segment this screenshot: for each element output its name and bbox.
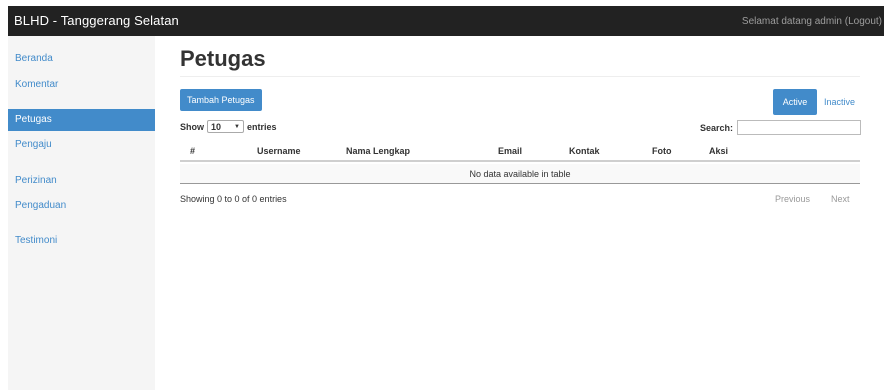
search-input[interactable]	[737, 120, 862, 135]
sidebar-item-komentar[interactable]: Komentar	[8, 74, 155, 96]
show-label: Show	[180, 121, 204, 132]
column-header-kontak[interactable]: Kontak	[569, 146, 600, 156]
sidebar-item-pengaduan[interactable]: Pengaduan	[8, 195, 155, 217]
column-header-email[interactable]: Email	[498, 146, 522, 156]
top-navbar: BLHD - Tanggerang Selatan Selamat datang…	[8, 6, 884, 36]
table-search: Search:	[700, 120, 862, 135]
sidebar-item-petugas[interactable]: Petugas	[8, 109, 155, 131]
table-header-row: # Username Nama Lengkap Email Kontak Fot…	[180, 142, 860, 162]
entries-select[interactable]: 10 ▼	[207, 120, 244, 133]
entries-length-control: Show 10 ▼ entries	[180, 120, 277, 133]
column-header-aksi[interactable]: Aksi	[709, 146, 728, 156]
add-petugas-button[interactable]: Tambah Petugas	[180, 89, 262, 111]
sidebar: Beranda Komentar Petugas Pengaju Perizin…	[8, 36, 155, 390]
pagination-previous[interactable]: Previous	[775, 194, 810, 204]
entries-select-value: 10	[211, 121, 222, 132]
page-title: Petugas	[180, 46, 266, 71]
active-filter-button[interactable]: Active	[773, 89, 817, 115]
title-divider	[180, 76, 860, 77]
chevron-down-icon: ▼	[234, 123, 240, 130]
column-header-nama-lengkap[interactable]: Nama Lengkap	[346, 146, 410, 156]
brand-title[interactable]: BLHD - Tanggerang Selatan	[14, 13, 179, 28]
table-info: Showing 0 to 0 of 0 entries	[180, 194, 287, 204]
welcome-logout-link[interactable]: Selamat datang admin (Logout)	[742, 16, 882, 27]
inactive-filter-link[interactable]: Inactive	[824, 89, 855, 115]
sidebar-item-testimoni[interactable]: Testimoni	[8, 230, 155, 252]
entries-label: entries	[247, 121, 277, 132]
column-header-number[interactable]: #	[190, 146, 195, 156]
sidebar-item-pengaju[interactable]: Pengaju	[8, 134, 155, 156]
search-label: Search:	[700, 122, 734, 133]
table-empty-row: No data available in table	[180, 164, 860, 184]
pagination-next[interactable]: Next	[831, 194, 850, 204]
sidebar-item-beranda[interactable]: Beranda	[8, 48, 155, 70]
sidebar-item-perizinan[interactable]: Perizinan	[8, 170, 155, 192]
column-header-foto[interactable]: Foto	[652, 146, 672, 156]
column-header-username[interactable]: Username	[257, 146, 301, 156]
